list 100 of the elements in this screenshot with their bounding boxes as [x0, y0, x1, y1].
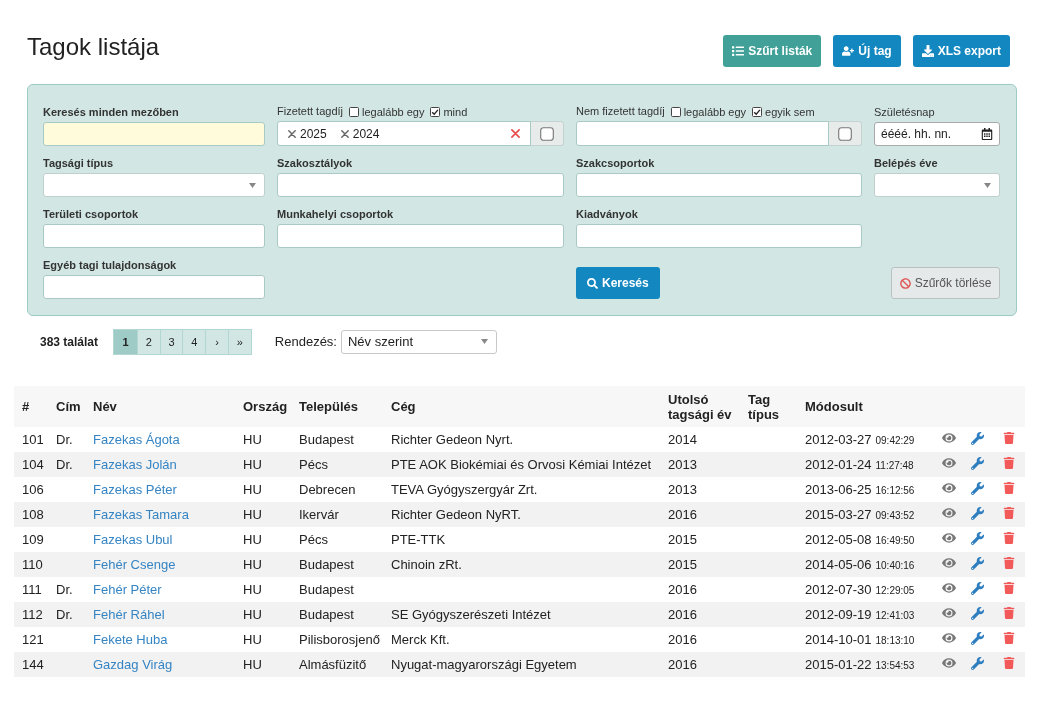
eye-icon[interactable]	[941, 506, 956, 520]
table-cell: 106	[22, 482, 44, 497]
wrench-icon[interactable]	[970, 656, 984, 670]
table-cell: Pilisborosjenő	[299, 632, 380, 647]
tag-text: 2024	[352, 126, 380, 141]
trash-icon[interactable]	[1002, 657, 1015, 669]
time-text: 16:49:50	[875, 535, 915, 546]
export-button[interactable]: XLS export	[912, 35, 1010, 67]
tag-input-field[interactable]	[576, 121, 829, 146]
wrench-icon[interactable]	[970, 606, 984, 620]
caret-icon	[481, 339, 488, 344]
trash-icon[interactable]	[1002, 557, 1015, 569]
trash-icon[interactable]	[1002, 507, 1015, 519]
member-name-link[interactable]: Gazdag Virág	[93, 657, 173, 672]
checkbox[interactable]	[430, 106, 441, 117]
page-button[interactable]: 3	[159, 329, 183, 354]
member-name-link[interactable]: Fehér Csenge	[93, 557, 176, 572]
trash-icon[interactable]	[1002, 582, 1015, 594]
table-cell: 101	[22, 432, 44, 447]
table-cell: 2015	[668, 557, 697, 572]
trash-icon[interactable]	[1002, 482, 1015, 494]
table-cell: Richter Gedeon Nyrt.	[391, 432, 514, 447]
checkbox[interactable]	[752, 106, 763, 117]
text-field[interactable]	[277, 173, 564, 197]
member-name-link[interactable]: Fazekas Ubul	[93, 532, 173, 547]
page-button[interactable]: 1	[114, 329, 137, 354]
checkbox[interactable]	[670, 106, 681, 117]
wrench-icon[interactable]	[970, 431, 984, 445]
text-field[interactable]	[43, 224, 265, 248]
add-user-button[interactable]: Új tag	[833, 35, 901, 67]
trash-icon[interactable]	[1002, 632, 1015, 644]
text-field[interactable]	[43, 275, 265, 299]
table-cell: HU	[243, 507, 262, 522]
clear-filters-button[interactable]: Szűrők törlése	[891, 267, 1000, 299]
checkbox[interactable]	[349, 106, 360, 117]
remove-icon[interactable]	[340, 129, 349, 138]
eye-icon[interactable]	[941, 606, 956, 620]
page-button[interactable]: ›	[205, 329, 229, 354]
wrench-icon[interactable]	[970, 531, 984, 545]
select-field[interactable]	[874, 173, 1000, 197]
column-header: Ország	[235, 386, 291, 427]
date-field[interactable]: éééé. hh. nn.	[874, 122, 1000, 146]
date-text: 2014-05-06	[805, 557, 872, 572]
table-cell: 2015	[668, 532, 697, 547]
member-name-link[interactable]: Fehér Péter	[93, 582, 162, 597]
remove-icon[interactable]	[288, 129, 296, 138]
trash-icon[interactable]	[1002, 607, 1015, 619]
wrench-icon[interactable]	[970, 581, 984, 595]
eye-icon[interactable]	[941, 631, 956, 645]
trash-icon[interactable]	[1002, 457, 1015, 469]
calendar-icon[interactable]	[981, 128, 993, 140]
eye-icon[interactable]	[941, 431, 956, 445]
eye-icon[interactable]	[941, 456, 956, 470]
sort-select[interactable]: Név szerint	[341, 329, 497, 354]
table-cell: 2016	[668, 632, 697, 647]
wrench-icon[interactable]	[970, 481, 984, 495]
date-text: 2012-09-19	[805, 607, 872, 622]
page-button[interactable]: »	[228, 329, 251, 354]
text-field[interactable]	[43, 122, 265, 146]
time-text: 10:40:16	[875, 560, 915, 571]
select-field[interactable]	[43, 173, 265, 197]
member-name-link[interactable]: Fekete Huba	[93, 632, 168, 647]
checkbox[interactable]	[540, 126, 554, 141]
wrench-icon[interactable]	[970, 456, 984, 470]
table-cell: HU	[243, 632, 262, 647]
member-name-link[interactable]: Fazekas Péter	[93, 482, 177, 497]
table-cell: HU	[243, 582, 262, 597]
eye-icon[interactable]	[941, 556, 956, 570]
trash-icon[interactable]	[1002, 532, 1015, 544]
trash-icon[interactable]	[1002, 432, 1015, 444]
column-header: Tag típus	[740, 386, 797, 427]
text-field[interactable]	[277, 224, 564, 248]
text-field[interactable]	[576, 173, 862, 197]
eye-icon[interactable]	[941, 531, 956, 545]
eye-icon[interactable]	[941, 581, 956, 595]
table-cell: Almásfüzitő	[299, 657, 367, 672]
wrench-icon[interactable]	[970, 631, 984, 645]
member-name-link[interactable]: Fazekas Ágota	[93, 432, 180, 447]
table-cell: HU	[243, 432, 262, 447]
checkbox[interactable]	[838, 126, 852, 141]
clear-icon[interactable]	[511, 129, 520, 138]
table-cell: 121	[22, 632, 44, 647]
search-icon	[587, 277, 598, 289]
tag-input-field[interactable]: 2025 2024	[277, 121, 531, 146]
text-field[interactable]	[576, 224, 862, 248]
wrench-icon[interactable]	[970, 506, 984, 520]
eye-icon[interactable]	[941, 481, 956, 495]
member-name-link[interactable]: Fazekas Tamara	[93, 507, 189, 522]
wrench-icon[interactable]	[970, 556, 984, 570]
page-button[interactable]: 2	[136, 329, 160, 354]
table-cell: 111	[22, 582, 42, 597]
member-name-link[interactable]: Fehér Ráhel	[93, 607, 165, 622]
search-button[interactable]: Keresés	[576, 267, 660, 299]
sort-label: Rendezés:	[274, 334, 337, 349]
page-button[interactable]: 4	[182, 329, 206, 354]
lists-button[interactable]: Szűrt listák	[723, 35, 822, 67]
eye-icon[interactable]	[941, 656, 956, 670]
table-cell: Debrecen	[299, 482, 356, 497]
member-name-link[interactable]: Fazekas Jolán	[93, 457, 177, 472]
time-text: 12:29:05	[875, 585, 915, 596]
